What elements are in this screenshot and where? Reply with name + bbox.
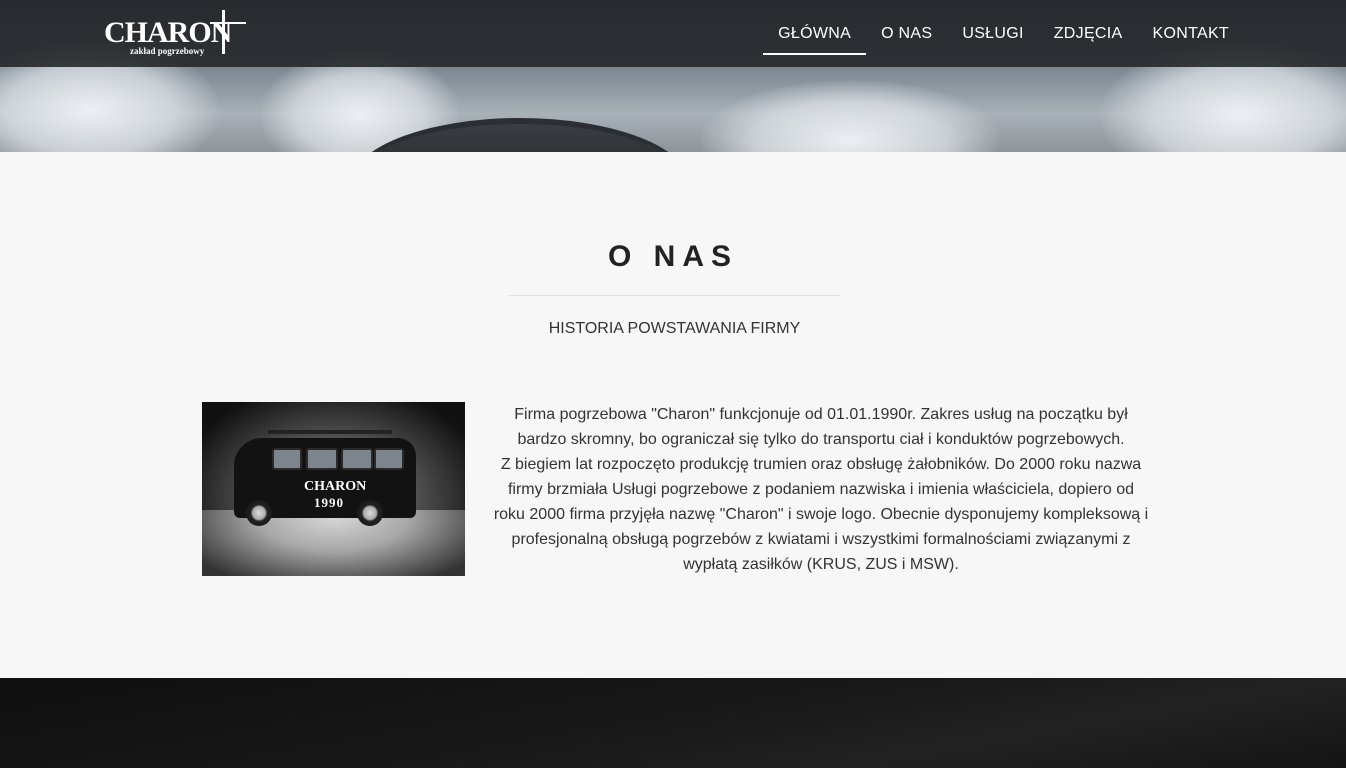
dark-section-background bbox=[0, 678, 1346, 768]
nav-item-zdjecia[interactable]: ZDJĘCIA bbox=[1039, 0, 1138, 67]
section-title: O NAS bbox=[607, 240, 738, 273]
nav-item-glowna[interactable]: GŁÓWNA bbox=[763, 0, 866, 67]
nav-item-uslugi[interactable]: USŁUGI bbox=[947, 0, 1038, 67]
hearse-photo: CHARON 1990 bbox=[202, 402, 465, 576]
van-wheel bbox=[246, 500, 272, 526]
cloud bbox=[700, 80, 1000, 152]
cross-icon bbox=[222, 10, 225, 54]
van-window bbox=[306, 448, 338, 470]
top-navbar: CHARON zakład pogrzebowy GŁÓWNA O NAS US… bbox=[0, 0, 1346, 67]
about-section: O NAS HISTORIA POWSTAWANIA FIRMY CHARON … bbox=[0, 152, 1346, 678]
van-window bbox=[272, 448, 302, 470]
cross-icon-bar bbox=[210, 22, 246, 24]
title-divider bbox=[509, 295, 840, 296]
nav-item-kontakt[interactable]: KONTAKT bbox=[1138, 0, 1244, 67]
van-wheel bbox=[357, 500, 383, 526]
about-text: Firma pogrzebowa "Charon" funkcjonuje od… bbox=[492, 402, 1150, 577]
nav-item-o-nas[interactable]: O NAS bbox=[866, 0, 947, 67]
about-paragraph: Z biegiem lat rozpoczęto produkcję trumi… bbox=[493, 456, 1149, 573]
section-subtitle: HISTORIA POWSTAWANIA FIRMY bbox=[548, 320, 801, 337]
van-year-text: 1990 bbox=[314, 495, 344, 510]
van-window bbox=[341, 448, 373, 470]
logo[interactable]: CHARON zakład pogrzebowy bbox=[104, 10, 246, 58]
van-roof-rack bbox=[268, 430, 392, 434]
logo-tagline: zakład pogrzebowy bbox=[130, 46, 205, 56]
van-brand-text: CHARON bbox=[304, 479, 367, 494]
photo-ground bbox=[202, 510, 465, 576]
main-nav: GŁÓWNA O NAS USŁUGI ZDJĘCIA KONTAKT bbox=[763, 0, 1244, 67]
van-window bbox=[374, 448, 404, 470]
about-paragraph: Firma pogrzebowa "Charon" funkcjonuje od… bbox=[514, 406, 1128, 448]
